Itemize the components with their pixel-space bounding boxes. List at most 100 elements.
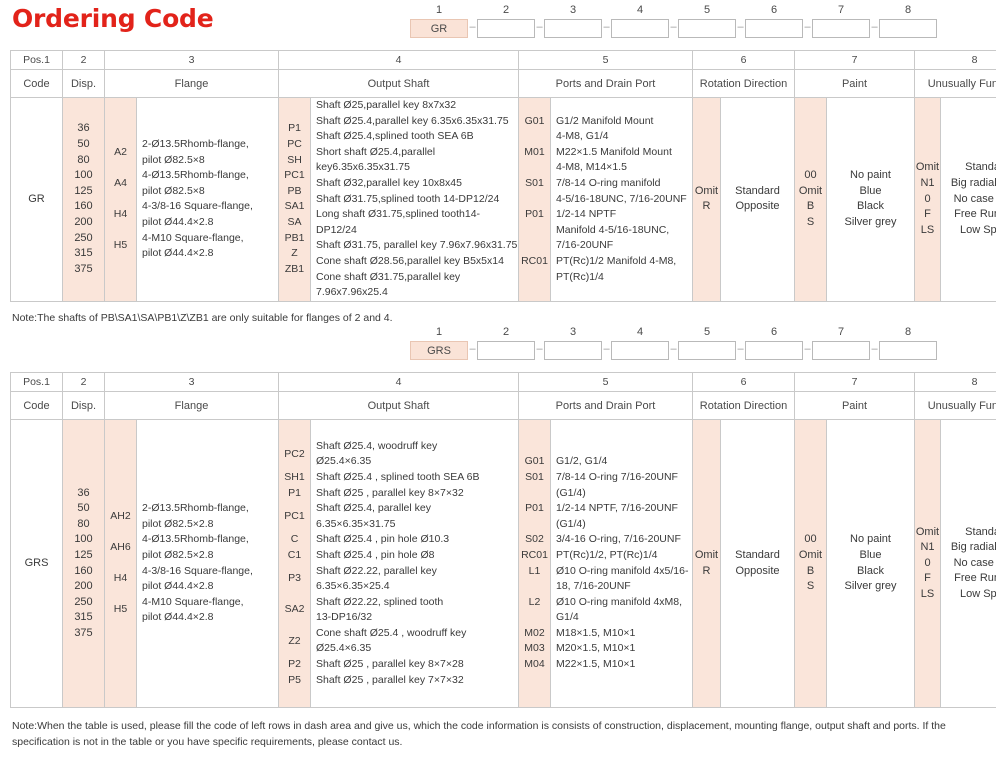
output-shaft-text-line: Ø25.4×6.35 [316,642,372,655]
output-shaft-text-line: Cone shaft Ø25.4 , woodruff key [316,626,467,639]
flange-text-line: pilot Ø82.5×2.8 [142,548,214,561]
output-shaft-code-list: PC2 SH1 P1 PC1 C C1 P3 SA2 Z2 P2 P5 [279,439,310,689]
port-code: M01 [524,145,545,158]
flange-code-list: A2 A4 H4 H5 [105,137,136,262]
code-box-5[interactable] [678,19,736,38]
cell-output-shaft-codes: P1 PC SH PC1 PB SA1 SA PB1 Z ZB1 [278,97,311,302]
header-label-ports: Ports and Drain Port [518,69,693,98]
flange-description: 4-M10 Square-flange, pilot Ø44.4×2.8 [142,231,278,262]
flange-code: A2 [114,145,127,158]
code-box-6[interactable] [745,341,803,360]
port-text-line: Ø10 O-ring manifold 4x5/16- [556,564,689,577]
function-value-item: No case drain [953,556,996,569]
code-strip-2: 1 GRS –2–3–4–5–6–7–8 [410,325,937,360]
output-shaft-code: SA1 [284,200,305,213]
output-shaft-description-list: Shaft Ø25,parallel key 8x7x32 Shaft Ø25.4… [316,98,518,301]
flange-description: 2-Ø13.5Rhomb-flange, pilot Ø82.5×8 [142,137,278,168]
code-position-number: 4 [636,4,644,16]
port-text-line: 4-5/16-18UNC, 7/16-20UNF [556,192,687,205]
header-pos-6: 6 [692,372,795,392]
function-code-item: N1 [920,176,935,189]
port-description: Ø10 O-ring manifold 4xM8, G1/4 [556,595,692,626]
output-shaft-text-line: Cone shaft Ø31.75,parallel key 7.96x7.96… [316,270,461,299]
header-label-ports: Ports and Drain Port [518,391,693,420]
output-shaft-code: C [290,533,299,546]
flange-description-list: 2-Ø13.5Rhomb-flange, pilot Ø82.5×2.8 4-Ø13… [142,501,278,626]
output-shaft-code: SH [287,153,302,166]
code-box-7[interactable] [812,19,870,38]
output-shaft-text-line: Cone shaft Ø28.56,parallel key B5x5x14 [316,254,504,267]
code-box-1[interactable]: GR [410,19,468,38]
code-position-number: 8 [904,326,912,338]
cell-port-descriptions: G1/2, G1/4 7/8-14 O-ring 7/16-20UNF (G1/4)… [550,419,693,708]
output-shaft-text-line: Shaft Ø25,parallel key 8x7x32 [316,99,457,111]
displacement-item: 375 [74,626,93,639]
output-shaft-text-line: Shaft Ø32,parallel key 10x8x45 [316,176,462,189]
flange-code: H4 [113,208,128,221]
code-separator-dash: – [469,21,476,33]
paint-code-item: Omit [798,548,823,561]
header-pos-4: 4 [278,372,519,392]
output-shaft-description: Shaft Ø25.4 , splined tooth SEA 6B [316,470,518,486]
code-separator-dash: – [871,343,878,355]
displacement-item: 315 [74,247,93,260]
cell-paint-values: No paint Blue Black Silver grey [826,97,915,302]
output-shaft-text-line: Shaft Ø25 , parallel key 8×7×32 [316,486,464,499]
flange-code: A4 [114,176,127,189]
rotation-code-item: R [702,200,711,213]
paint-code-item: S [806,215,815,228]
function-code-item: Omit [915,161,940,174]
header-label-rotation: Rotation Direction [692,69,795,98]
code-box-4[interactable] [611,19,669,38]
output-shaft-code: P1 [288,122,301,135]
header-label-output-shaft: Output Shaft [278,69,519,98]
port-code: RC01 [521,254,548,267]
code-box-2[interactable] [477,341,535,360]
flange-description-list: 2-Ø13.5Rhomb-flange, pilot Ø82.5×8 4-Ø13.5… [142,137,278,262]
output-shaft-code: Z [291,247,298,260]
code-box-2[interactable] [477,19,535,38]
code-box-3[interactable] [544,341,602,360]
code-box-1[interactable]: GRS [410,341,468,360]
code-separator-dash: – [670,343,677,355]
function-code-item: LS [920,587,935,600]
port-text-line: M20×1.5, M10×1 [556,642,636,655]
port-text-line: Ø10 O-ring manifold 4xM8, [556,595,683,608]
function-code-stack: Omit N1 0 F LS [915,158,940,240]
rotation-value-stack: Standard Opposite [721,546,794,581]
port-text-line: G1/2, G1/4 [556,455,608,468]
port-code: M04 [524,658,545,671]
code-box-6[interactable] [745,19,803,38]
code-box-8[interactable] [879,341,937,360]
header-label-disp: Disp. [62,391,105,420]
cell-port-codes: G01 M01 S01 P01 RC01 [518,97,551,302]
header-row-labels: Code Disp. Flange Output Shaft Ports and Dra… [10,69,996,98]
header-pos-1: Pos.1 [10,50,63,70]
port-description: Ø10 O-ring manifold 4x5/16- 18, 7/16-20UN… [556,564,692,595]
code-box-3[interactable] [544,19,602,38]
ordering-table-grs: Pos.1 2 3 4 5 6 7 8 Code Disp. Flange Output Shaft P… [10,372,996,708]
port-text-line: 7/8-14 O-ring 7/16-20UNF [556,470,678,483]
output-shaft-text-line: Shaft Ø25 , parallel key 7×7×32 [316,673,464,686]
code-box-5[interactable] [678,341,736,360]
paint-value-item: Black [857,200,884,213]
code-box-8[interactable] [879,19,937,38]
output-shaft-description: Shaft Ø25 , parallel key 8×7×28 [316,657,518,673]
header-label-disp: Disp. [62,69,105,98]
port-text-line: G1/4 [556,611,579,624]
displacement-item: 100 [74,533,93,546]
output-shaft-description: Shaft Ø22.22, splined tooth 13-DP16/32 [316,595,518,626]
flange-description: 4-3/8-16 Square-flange, pilot Ø44.4×2.8 [142,564,278,595]
code-box-7[interactable] [812,341,870,360]
code-separator-dash: – [603,343,610,355]
code-box-4[interactable] [611,341,669,360]
output-shaft-code: PC2 [284,447,305,460]
flange-description: 2-Ø13.5Rhomb-flange, pilot Ø82.5×2.8 [142,501,278,532]
output-shaft-text-line: Shaft Ø25.4,splined tooth SEA 6B [316,130,474,143]
displacement-item: 315 [74,611,93,624]
header-label-paint: Paint [794,69,915,98]
code-separator-dash: – [871,21,878,33]
code-position-number: 5 [703,4,711,16]
cell-output-shaft-descriptions: Shaft Ø25.4, woodruff key Ø25.4×6.35 Shaft… [310,419,519,708]
output-shaft-text-line: Long shaft Ø31.75,splined tooth14-DP12/2… [316,208,481,236]
